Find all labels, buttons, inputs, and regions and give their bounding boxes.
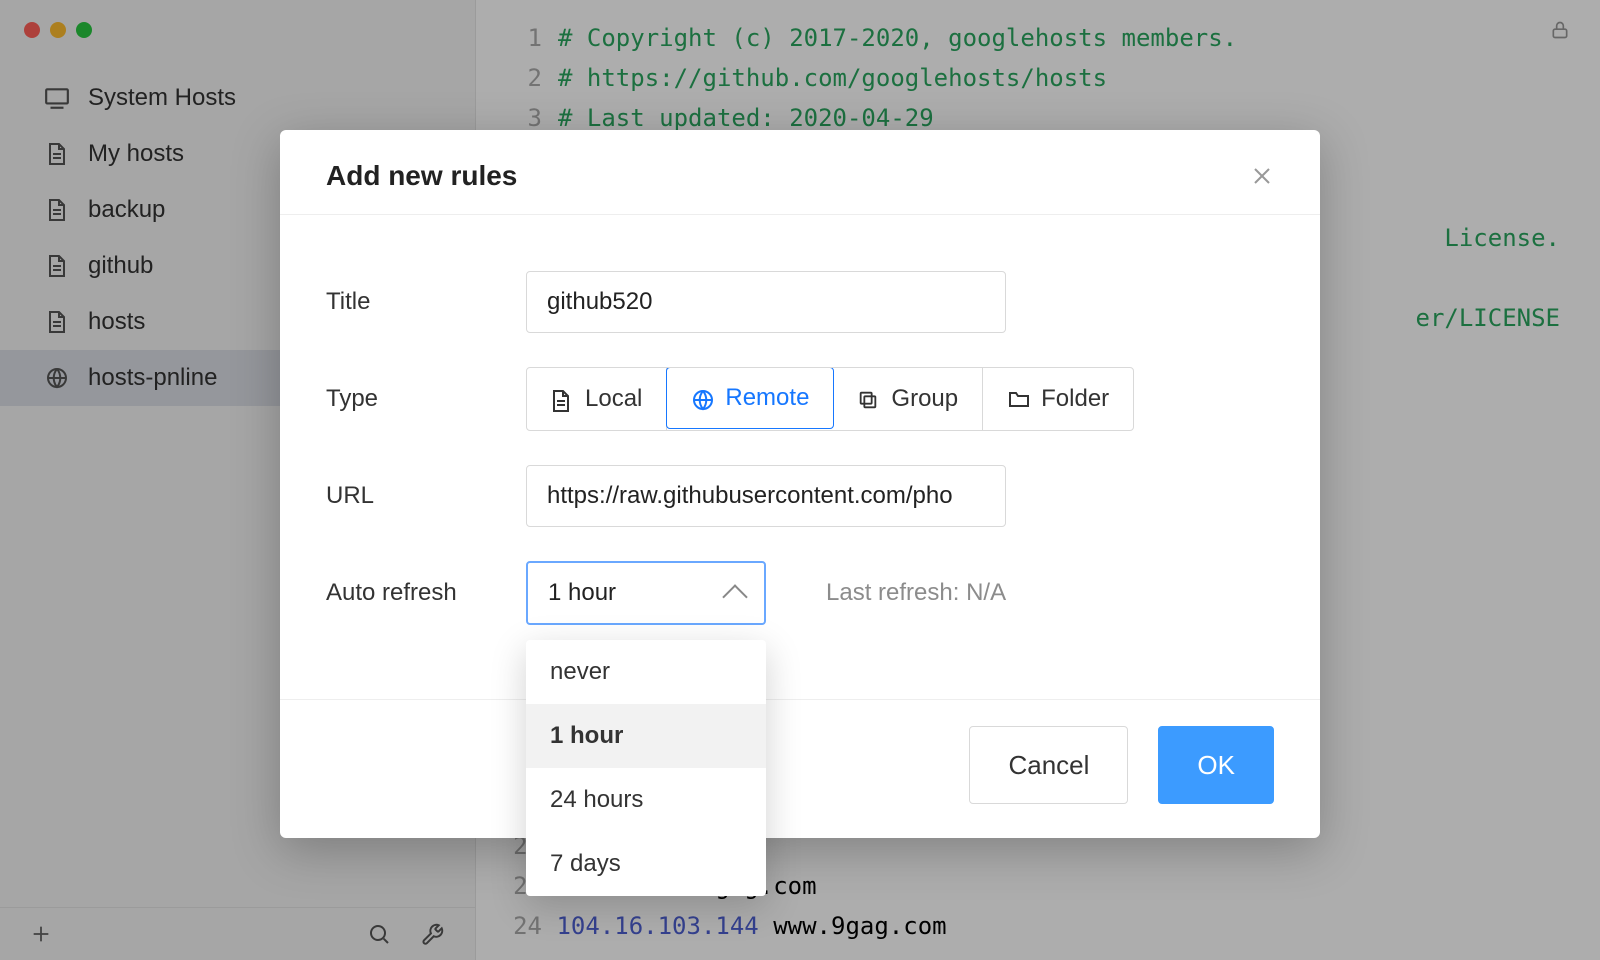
type-option-folder[interactable]: Folder [983, 368, 1133, 430]
folder-icon [1007, 389, 1029, 409]
refresh-option[interactable]: 24 hours [526, 768, 766, 832]
copy-icon [857, 389, 879, 409]
type-option-local[interactable]: Local [527, 368, 667, 430]
add-rules-modal: Add new rules Title Type LocalRemoteGrou… [280, 130, 1320, 838]
url-label: URL [326, 482, 526, 510]
cancel-button[interactable]: Cancel [969, 726, 1128, 804]
modal-overlay[interactable]: Add new rules Title Type LocalRemoteGrou… [0, 0, 1600, 960]
type-label: Type [326, 385, 526, 413]
close-icon[interactable] [1250, 164, 1274, 188]
refresh-option[interactable]: never [526, 640, 766, 704]
auto-refresh-dropdown: never1 hour24 hours7 days [526, 640, 766, 896]
modal-title: Add new rules [326, 160, 517, 192]
app-window: System HostsMy hostsbackupgithubhostshos… [0, 0, 1600, 960]
type-option-group[interactable]: Group [833, 368, 983, 430]
auto-refresh-select[interactable]: 1 hour [526, 561, 766, 625]
type-option-remote[interactable]: Remote [666, 367, 834, 429]
refresh-option[interactable]: 1 hour [526, 704, 766, 768]
auto-refresh-value: 1 hour [548, 579, 616, 607]
last-refresh-text: Last refresh: N/A [826, 579, 1006, 607]
globe-icon [691, 388, 713, 408]
ok-button[interactable]: OK [1158, 726, 1274, 804]
url-input[interactable] [526, 465, 1006, 527]
file-icon [551, 389, 573, 409]
title-input[interactable] [526, 271, 1006, 333]
type-segmented: LocalRemoteGroupFolder [526, 367, 1134, 431]
refresh-option[interactable]: 7 days [526, 832, 766, 896]
auto-refresh-label: Auto refresh [326, 579, 526, 607]
chevron-up-icon [722, 584, 747, 609]
title-label: Title [326, 288, 526, 316]
